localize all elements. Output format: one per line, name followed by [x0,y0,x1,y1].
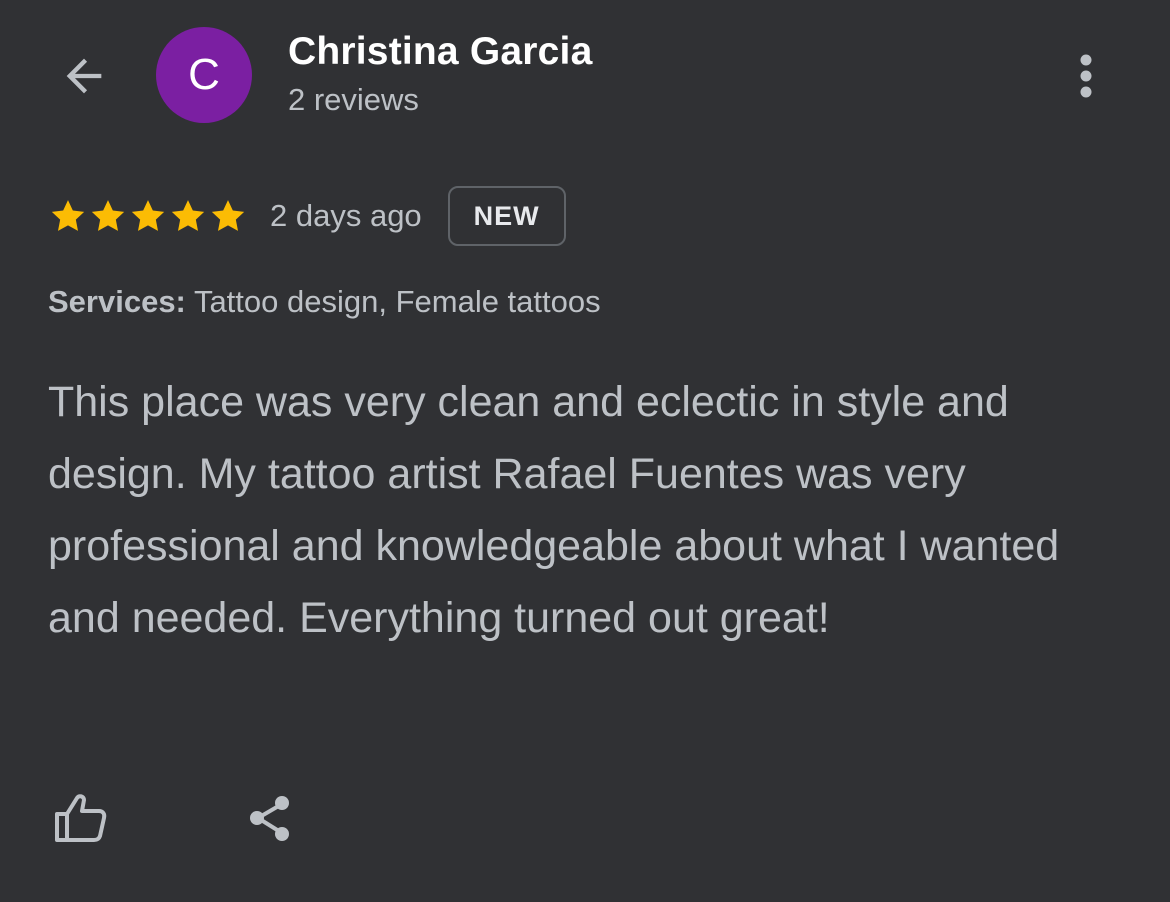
services-value: Tattoo design, Female tattoos [185,284,601,319]
review-time: 2 days ago [270,198,422,233]
review-card: C Christina Garcia 2 reviews 2 days ago … [0,0,1170,902]
new-badge: NEW [447,186,566,246]
star-icon [91,200,125,231]
more-options-button[interactable] [1062,48,1110,104]
star-rating [48,196,248,236]
arrow-left-icon [66,58,102,94]
avatar[interactable]: C [156,27,252,123]
more-vert-icon [1080,54,1092,98]
services-line: Services: Tattoo design, Female tattoos [48,284,601,320]
review-text: This place was very clean and eclectic i… [48,378,1060,642]
star-icon [51,200,85,231]
star-icon [171,200,205,231]
avatar-initial: C [188,50,220,99]
review-count: 2 reviews [288,82,419,117]
share-icon [250,796,289,841]
review-actions [48,786,348,856]
like-button[interactable] [48,786,112,850]
rating-row: 2 days ago NEW [48,182,566,250]
review-header: C Christina Garcia 2 reviews [0,0,1170,150]
reviewer-name[interactable]: Christina Garcia [288,30,592,74]
services-label: Services: [48,284,186,319]
star-icon [131,200,165,231]
share-button[interactable] [238,786,302,850]
back-button[interactable] [54,48,114,104]
star-icon [211,200,245,231]
thumb-up-icon [55,794,107,842]
